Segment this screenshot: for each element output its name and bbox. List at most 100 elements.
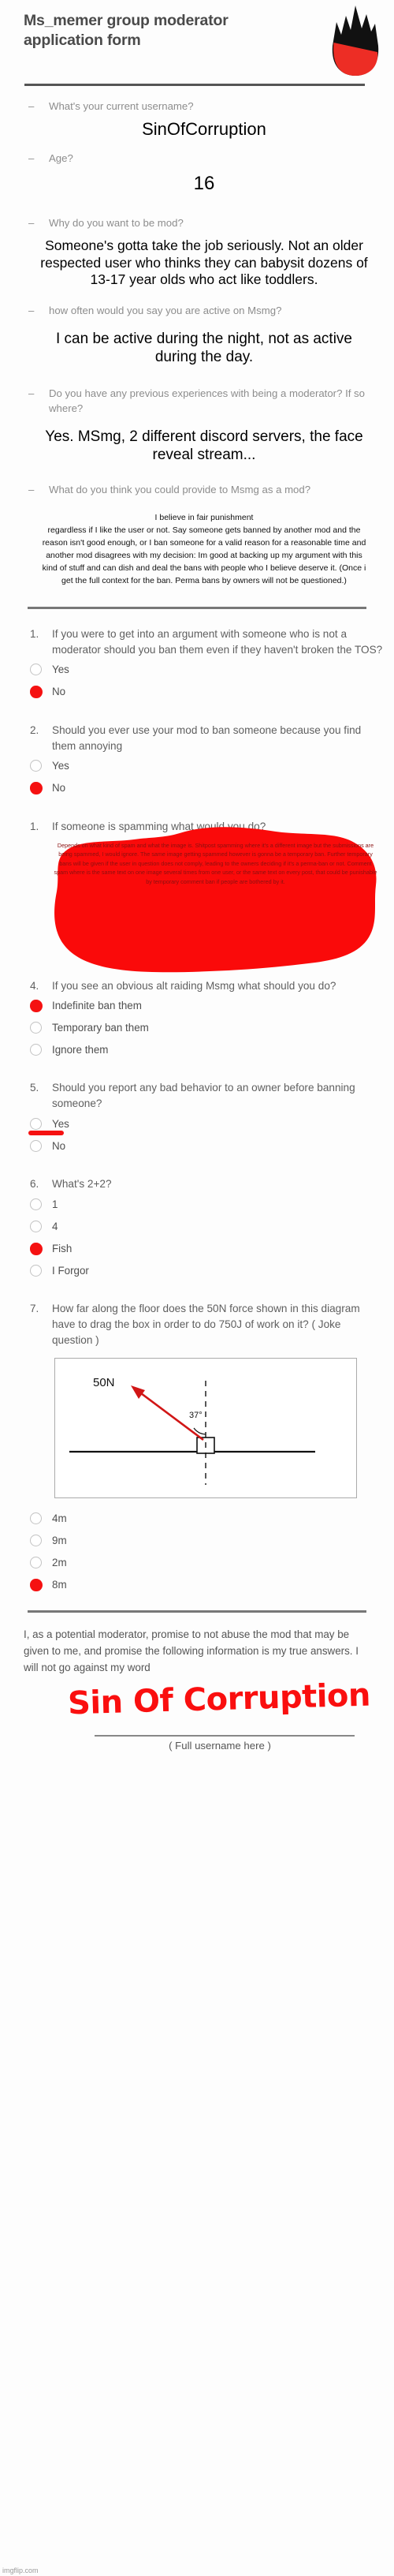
radio-unselected-icon[interactable] <box>30 1556 42 1568</box>
question-6: 6. What's 2+2? 1 4 Fish I Forgor <box>28 1176 383 1281</box>
option-label: Temporary ban them <box>52 1021 149 1034</box>
question-7-option-2m[interactable]: 2m <box>28 1552 383 1572</box>
question-2-text: 2. Should you ever use your mod to ban s… <box>30 723 362 752</box>
open-question-why-mod: – Why do you want to be mod? Someone's go… <box>0 216 394 289</box>
option-label: Indefinite ban them <box>52 999 142 1011</box>
radio-selected-icon[interactable] <box>30 1242 43 1255</box>
radio-unselected-icon[interactable] <box>30 664 42 676</box>
option-label: No <box>52 1139 66 1152</box>
open-question-activity: – how often would you say you are active … <box>0 304 394 366</box>
open-question-age: – Age? 16 <box>0 151 394 196</box>
question-5-option-yes[interactable]: Yes <box>28 1113 383 1136</box>
question-1: 1. If you were to get into an argument w… <box>28 626 383 702</box>
question-5-option-no[interactable]: No <box>28 1135 383 1156</box>
question-2-option-yes[interactable]: Yes <box>28 756 383 776</box>
question-6-number: 6. <box>30 1178 39 1191</box>
radio-unselected-icon[interactable] <box>30 1198 42 1210</box>
question-6-option-1[interactable]: 1 <box>28 1194 383 1214</box>
radio-unselected-icon[interactable] <box>30 1021 42 1034</box>
radio-selected-icon[interactable] <box>30 1578 43 1591</box>
form-header: Ms_memer group moderator application for… <box>0 0 394 87</box>
flame-logo-icon <box>329 5 381 77</box>
question-7-option-8m[interactable]: 8m <box>28 1574 383 1595</box>
answer-activity: I can be active during the night, not as… <box>55 331 352 366</box>
question-5-text: 5. Should you report any bad behavior to… <box>30 1082 355 1110</box>
question-prompt: – Age? <box>28 151 380 166</box>
radio-unselected-icon[interactable] <box>30 1220 42 1232</box>
question-7-option-4m[interactable]: 4m <box>28 1508 383 1528</box>
signature-line <box>95 1734 355 1737</box>
answer-experience: Yes. MSmg, 2 different discord servers, … <box>45 428 363 464</box>
question-2-number: 2. <box>30 723 39 736</box>
question-5: 5. Should you report any bad behavior to… <box>28 1080 383 1156</box>
question-4-text: 4. If you see an obvious alt raiding Msm… <box>28 978 383 994</box>
redacted-answer-text: Depends on what kind of spam and what th… <box>54 841 377 886</box>
open-question-username: – What's your current username? SinOfCorr… <box>0 99 394 140</box>
signature-area: Sin Of Corruption ( Full username here ) <box>0 1677 394 1755</box>
question-prompt: – Do you have any previous experiences wi… <box>28 387 365 415</box>
question-prompt: – how often would you say you are active … <box>28 304 380 319</box>
option-label: Ignore them <box>52 1043 109 1056</box>
dash-bullet: – <box>28 100 35 112</box>
radio-unselected-icon[interactable] <box>30 1043 42 1056</box>
dash-bullet: – <box>28 305 35 317</box>
question-7-option-9m[interactable]: 9m <box>28 1530 383 1550</box>
option-label: Fish <box>52 1242 72 1254</box>
question-5-number: 5. <box>30 1082 39 1094</box>
answer-provide-line1: I believe in fair punishment <box>154 512 254 522</box>
question-1-option-yes[interactable]: Yes <box>28 660 383 680</box>
radio-selected-icon[interactable] <box>30 999 43 1012</box>
question-2-option-no[interactable]: No <box>28 778 383 798</box>
physics-diagram: 50N 37° <box>54 1358 357 1499</box>
radio-unselected-icon[interactable] <box>30 1264 42 1277</box>
option-label: No <box>52 782 66 794</box>
answer-why-mod: Someone's gotta take the job seriously. … <box>40 237 368 287</box>
radio-unselected-icon[interactable] <box>30 760 42 772</box>
question-4-option-temporary[interactable]: Temporary ban them <box>28 1017 383 1038</box>
open-question-provide: – What do you think you could provide to … <box>0 483 394 587</box>
option-label: 8m <box>52 1578 67 1591</box>
answer-age: 16 <box>193 173 215 195</box>
header-divider <box>24 84 365 86</box>
question-4-option-indefinite[interactable]: Indefinite ban them <box>28 995 383 1015</box>
radio-unselected-icon[interactable] <box>30 1139 42 1152</box>
question-2: 2. Should you ever use your mod to ban s… <box>28 723 383 798</box>
dash-bullet: – <box>28 387 35 400</box>
option-label: No <box>52 686 66 698</box>
diagram-angle-label: 37° <box>189 1411 203 1421</box>
radio-unselected-icon[interactable] <box>30 1117 42 1130</box>
option-label: Yes <box>52 1117 69 1130</box>
option-label: 4m <box>52 1512 67 1524</box>
question-1-option-no[interactable]: No <box>28 682 383 702</box>
radio-unselected-icon[interactable] <box>30 1512 42 1524</box>
redacted-answer-blob: Depends on what kind of spam and what th… <box>28 825 383 977</box>
section-divider-1 <box>28 606 366 609</box>
radio-unselected-icon[interactable] <box>30 1534 42 1546</box>
question-4-number: 4. <box>30 979 39 992</box>
imgflip-watermark: imgflip.com <box>2 2567 39 2574</box>
dash-bullet: – <box>28 151 35 164</box>
option-label: I Forgor <box>52 1264 89 1277</box>
question-7: 7. How far along the floor does the 50N … <box>28 1301 383 1595</box>
question-prompt: – Why do you want to be mod? <box>28 216 380 231</box>
signature-caption: ( Full username here ) <box>169 1739 271 1752</box>
question-3-spamming: 1. If someone is spamming what would you… <box>28 819 383 977</box>
question-6-option-i-forgor[interactable]: I Forgor <box>28 1260 383 1281</box>
radio-selected-icon[interactable] <box>30 782 43 795</box>
question-6-option-fish[interactable]: Fish <box>28 1238 383 1258</box>
question-prompt: – What do you think you could provide to … <box>28 483 380 498</box>
red-underline-mark-icon <box>28 1131 64 1136</box>
question-prompt: – What's your current username? <box>28 99 380 114</box>
dash-bullet: – <box>28 216 35 229</box>
question-6-text: 6. What's 2+2? <box>28 1176 383 1192</box>
question-4-option-ignore[interactable]: Ignore them <box>28 1039 383 1060</box>
option-label: 4 <box>52 1220 58 1232</box>
question-6-option-4[interactable]: 4 <box>28 1216 383 1236</box>
question-7-number: 7. <box>30 1303 39 1315</box>
option-label: Yes <box>52 760 69 772</box>
numbered-questions-list: 1. If you were to get into an argument w… <box>0 626 394 1595</box>
radio-selected-icon[interactable] <box>30 686 43 699</box>
answer-provide-body: regardless if I like the user or not. Sa… <box>42 525 366 585</box>
dash-bullet: – <box>28 484 35 496</box>
answer-provide: I believe in fair punishment regardless … <box>28 512 380 588</box>
